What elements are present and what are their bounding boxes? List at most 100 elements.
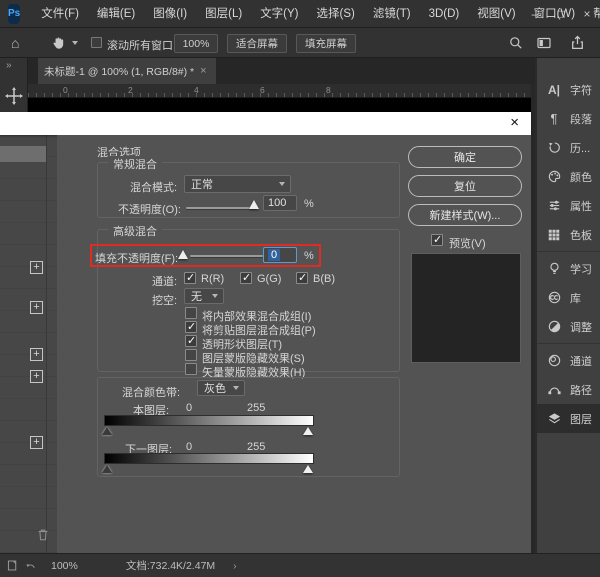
blend-interior-checkbox[interactable] bbox=[185, 307, 197, 319]
document-tab-close-icon[interactable]: × bbox=[200, 65, 206, 77]
panel-tab-properties[interactable]: 属性 bbox=[537, 191, 600, 220]
expand-plus-icon[interactable] bbox=[30, 301, 43, 314]
channel-g-checkbox[interactable] bbox=[240, 272, 252, 284]
opacity-value: 100 bbox=[268, 197, 286, 209]
panel-tab-swatches[interactable]: 色板 bbox=[537, 220, 600, 249]
panel-tab-learn[interactable]: 学习 bbox=[537, 254, 600, 283]
expand-plus-icon[interactable] bbox=[30, 348, 43, 361]
opacity-slider-track[interactable] bbox=[186, 207, 256, 209]
menu-filter[interactable]: 滤镜(T) bbox=[364, 0, 420, 28]
undo-arrow-icon[interactable] bbox=[24, 559, 37, 572]
transparency-shapes-checkbox[interactable] bbox=[185, 335, 197, 347]
blend-if-label: 混合颜色带: bbox=[122, 384, 180, 400]
dialog-close-icon[interactable]: × bbox=[510, 115, 519, 131]
collapse-panel-icon[interactable]: » bbox=[6, 60, 12, 71]
underlying-layer-white-stop[interactable] bbox=[303, 465, 313, 473]
zoom-100-button[interactable]: 100% bbox=[174, 34, 218, 53]
canvas[interactable] bbox=[28, 98, 531, 112]
vector-mask-hides-checkbox[interactable] bbox=[185, 363, 197, 375]
underlying-layer-gradient-bar[interactable] bbox=[104, 453, 314, 464]
status-zoom-level[interactable]: 100% bbox=[51, 560, 78, 572]
menu-3d[interactable]: 3D(D) bbox=[420, 0, 469, 28]
search-icon[interactable] bbox=[508, 35, 524, 51]
underlying-layer-min: 0 bbox=[186, 441, 192, 453]
expand-plus-icon[interactable] bbox=[30, 261, 43, 274]
selected-tool-row[interactable] bbox=[0, 146, 47, 162]
home-icon[interactable]: ⌂ bbox=[11, 35, 19, 51]
channel-r-checkbox[interactable] bbox=[184, 272, 196, 284]
opacity-unit: % bbox=[304, 198, 314, 210]
fill-screen-button[interactable]: 填充屏幕 bbox=[296, 34, 356, 53]
minimize-button[interactable]: – bbox=[522, 0, 548, 28]
channel-b-checkbox[interactable] bbox=[296, 272, 308, 284]
underlying-layer-black-stop[interactable] bbox=[102, 465, 112, 473]
scroll-all-windows-checkbox[interactable] bbox=[91, 37, 102, 48]
panel-label: 图层 bbox=[570, 411, 592, 427]
layer-mask-hides-checkbox[interactable] bbox=[185, 349, 197, 361]
share-icon[interactable] bbox=[569, 34, 586, 51]
panel-tab-paragraph[interactable]: 段落 bbox=[537, 104, 600, 133]
page-icon[interactable] bbox=[6, 559, 19, 572]
underlying-layer-max: 255 bbox=[247, 441, 265, 453]
blend-if-select[interactable]: 灰色 bbox=[197, 380, 245, 396]
opacity-slider-thumb[interactable] bbox=[249, 200, 259, 209]
photoshop-logo: Ps bbox=[8, 4, 20, 24]
left-panel-strip bbox=[0, 135, 57, 553]
workspace-panel-icon[interactable] bbox=[536, 35, 552, 51]
menu-select[interactable]: 选择(S) bbox=[308, 0, 364, 28]
hand-tool-dropdown-icon[interactable] bbox=[72, 41, 78, 45]
knockout-select[interactable]: 无 bbox=[184, 288, 224, 304]
this-layer-max: 255 bbox=[247, 402, 265, 414]
panel-tab-channels[interactable]: 通道 bbox=[537, 346, 600, 375]
paths-icon bbox=[547, 382, 562, 397]
fill-opacity-slider-thumb[interactable] bbox=[178, 250, 188, 259]
expand-plus-icon[interactable] bbox=[30, 370, 43, 383]
panel-tab-adjustments[interactable]: 调整 bbox=[537, 312, 600, 341]
trash-icon[interactable] bbox=[36, 527, 50, 542]
panel-label: 字符 bbox=[570, 82, 592, 98]
layer-style-dialog: 混合选项 常规混合 混合模式: 正常 不透明度(O): 100 % 高级混合 填… bbox=[57, 135, 531, 553]
this-layer-gradient-bar[interactable] bbox=[104, 415, 314, 426]
fill-opacity-slider-track[interactable] bbox=[190, 255, 263, 257]
scroll-all-windows-label: 滚动所有窗口 bbox=[107, 37, 173, 53]
expand-plus-icon[interactable] bbox=[30, 436, 43, 449]
menu-edit[interactable]: 编辑(E) bbox=[88, 0, 144, 28]
ok-button[interactable]: 确定 bbox=[408, 146, 522, 168]
ruler-tick-marks bbox=[28, 93, 531, 97]
opacity-value-field[interactable]: 100 bbox=[263, 195, 297, 211]
channels-icon bbox=[547, 353, 562, 368]
panel-tab-history[interactable]: 历... bbox=[537, 133, 600, 162]
panel-tab-libraries[interactable]: 库 bbox=[537, 283, 600, 312]
move-tool-icon[interactable] bbox=[4, 86, 24, 106]
chevron-down-icon bbox=[233, 386, 239, 390]
preview-checkbox[interactable] bbox=[431, 234, 443, 246]
history-icon bbox=[547, 140, 562, 155]
blend-clipped-checkbox[interactable] bbox=[185, 321, 197, 333]
fill-opacity-value: 0 bbox=[268, 249, 280, 261]
this-layer-black-stop[interactable] bbox=[102, 427, 112, 435]
photoshop-window: Ps 文件(F) 编辑(E) 图像(I) 图层(L) 文字(Y) 选择(S) 滤… bbox=[0, 0, 600, 577]
close-button[interactable]: × bbox=[574, 0, 600, 28]
panel-tab-paths[interactable]: 路径 bbox=[537, 375, 600, 404]
hand-tool-icon[interactable] bbox=[50, 34, 67, 51]
this-layer-white-stop[interactable] bbox=[303, 427, 313, 435]
document-tab[interactable]: 未标题-1 @ 100% (1, RGB/8#) * × bbox=[38, 58, 216, 84]
new-style-button[interactable]: 新建样式(W)... bbox=[408, 204, 522, 226]
panel-tab-layers[interactable]: 图层 bbox=[537, 404, 600, 433]
menu-view[interactable]: 视图(V) bbox=[468, 0, 524, 28]
menu-type[interactable]: 文字(Y) bbox=[251, 0, 307, 28]
menu-layer[interactable]: 图层(L) bbox=[196, 0, 251, 28]
options-bar: ⌂ 滚动所有窗口 100% 适合屏幕 填充屏幕 bbox=[0, 28, 600, 58]
status-chevron-icon[interactable]: › bbox=[233, 560, 237, 572]
dialog-title-bar[interactable]: × bbox=[0, 112, 531, 135]
fill-opacity-value-field[interactable]: 0 bbox=[263, 247, 297, 263]
panel-tab-color[interactable]: 颜色 bbox=[537, 162, 600, 191]
panel-tab-character[interactable]: 字符 bbox=[537, 75, 600, 104]
menu-image[interactable]: 图像(I) bbox=[144, 0, 196, 28]
menu-file[interactable]: 文件(F) bbox=[32, 0, 88, 28]
blend-mode-select[interactable]: 正常 bbox=[184, 175, 291, 193]
fit-screen-button[interactable]: 适合屏幕 bbox=[227, 34, 287, 53]
channels-label: 通道: bbox=[152, 273, 177, 289]
reset-button[interactable]: 复位 bbox=[408, 175, 522, 197]
maximize-button[interactable]: □ bbox=[548, 0, 574, 28]
